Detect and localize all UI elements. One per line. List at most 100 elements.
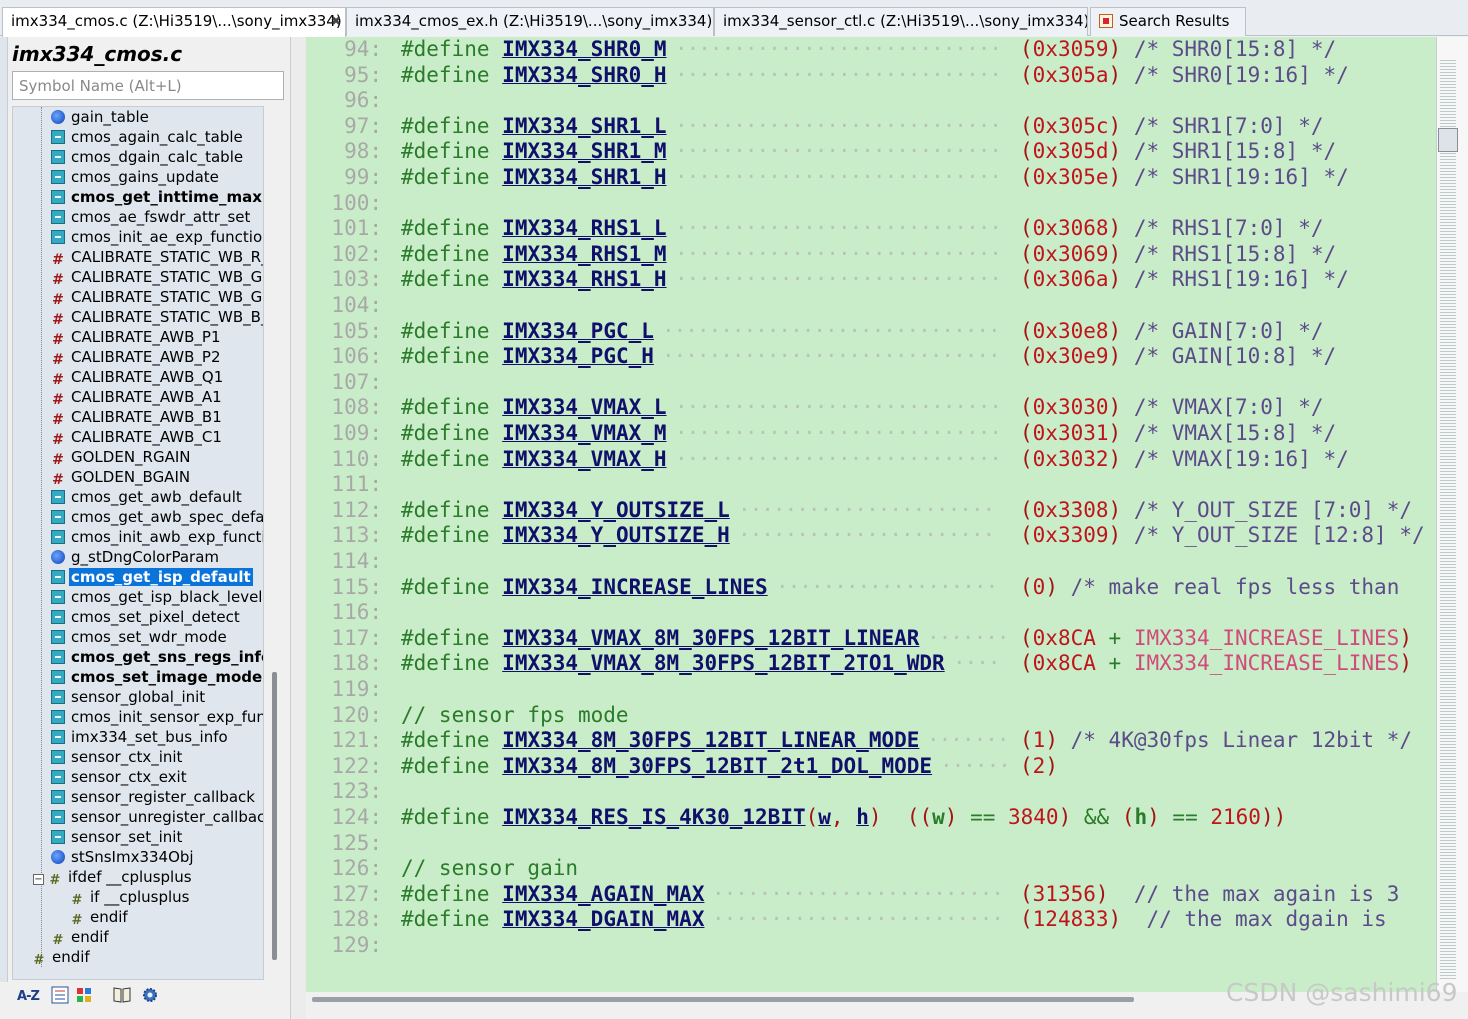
code-line[interactable]: 119: bbox=[306, 677, 1436, 702]
symbol-tree-item[interactable]: cmos_set_pixel_detect bbox=[51, 607, 240, 627]
symbol-tree-item[interactable]: sensor_ctx_exit bbox=[51, 767, 187, 787]
symbol-tree-item[interactable]: # CALIBRATE_STATIC_WB_GR bbox=[51, 267, 263, 287]
code-line[interactable]: 99: #define IMX334_SHR1_H ················… bbox=[306, 165, 1436, 190]
symbol-tree-item[interactable]: # GOLDEN_RGAIN bbox=[51, 447, 190, 467]
code-line[interactable]: 122: #define IMX334_8M_30FPS_12BIT_2t1_DO… bbox=[306, 754, 1436, 779]
code-line[interactable]: 115: #define IMX334_INCREASE_LINES ·······… bbox=[306, 575, 1436, 600]
book-icon[interactable] bbox=[110, 986, 134, 1008]
tab-imx334-cmos-ex-h[interactable]: imx334_cmos_ex.h (Z:\Hi3519\...\sony_imx… bbox=[346, 7, 714, 36]
code-line[interactable]: 124: #define IMX334_RES_IS_4K30_12BIT(w, … bbox=[306, 805, 1436, 830]
code-line[interactable]: 129: bbox=[306, 933, 1436, 958]
symbol-tree-scroll-thumb[interactable] bbox=[272, 672, 277, 960]
symbol-tree-item[interactable]: sensor_register_callback bbox=[51, 787, 255, 807]
gear-icon[interactable] bbox=[138, 986, 162, 1008]
symbol-tree-item[interactable]: cmos_get_awb_spec_default bbox=[51, 507, 263, 527]
code-line[interactable]: 94: #define IMX334_SHR0_M ················… bbox=[306, 37, 1436, 62]
symbol-tree-item[interactable]: # CALIBRATE_AWB_C1 bbox=[51, 427, 222, 447]
code-line[interactable]: 102: #define IMX334_RHS1_M ···············… bbox=[306, 242, 1436, 267]
code-line[interactable]: 107: bbox=[306, 370, 1436, 395]
symbol-tree-item[interactable]: # CALIBRATE_AWB_Q1 bbox=[51, 367, 223, 387]
symbol-tree-item[interactable]: # CALIBRATE_STATIC_WB_B_ bbox=[51, 307, 263, 327]
symbol-tree-item[interactable]: # endif bbox=[70, 907, 128, 928]
collapse-toggle-icon[interactable]: − bbox=[33, 874, 44, 885]
code-line[interactable]: 103: #define IMX334_RHS1_H ···············… bbox=[306, 267, 1436, 292]
sort-az-button[interactable]: A-Z bbox=[16, 986, 40, 1008]
code-line[interactable]: 116: bbox=[306, 600, 1436, 625]
symbol-tree-item[interactable]: cmos_get_isp_black_level bbox=[51, 587, 262, 607]
code-overview-minimap[interactable] bbox=[1440, 60, 1456, 980]
code-line[interactable]: 128: #define IMX334_DGAIN_MAX ············… bbox=[306, 907, 1436, 932]
close-tab-icon[interactable]: ✖ bbox=[331, 8, 341, 35]
tab-imx334-cmos-c[interactable]: imx334_cmos.c (Z:\Hi3519\...\sony_imx334… bbox=[2, 7, 346, 37]
symbol-tree-item[interactable]: stSnsImx334Obj bbox=[51, 847, 194, 867]
symbol-tree-item[interactable]: cmos_ae_fswdr_attr_set bbox=[51, 207, 250, 227]
code-line[interactable]: 121: #define IMX334_8M_30FPS_12BIT_LINEAR… bbox=[306, 728, 1436, 753]
symbol-tree-item[interactable]: gain_table bbox=[51, 107, 149, 127]
code-line[interactable]: 98: #define IMX334_SHR1_M ················… bbox=[306, 139, 1436, 164]
symbol-tree-item[interactable]: # if __cplusplus bbox=[70, 887, 190, 908]
symbol-tree-item[interactable]: sensor_ctx_init bbox=[51, 747, 182, 767]
symbol-tree-item[interactable]: # endif bbox=[32, 947, 90, 968]
code-line[interactable]: 111: bbox=[306, 472, 1436, 497]
code-line[interactable]: 123: bbox=[306, 779, 1436, 804]
paren: ) bbox=[1045, 753, 1058, 778]
symbol-search-input[interactable] bbox=[12, 71, 284, 100]
symbol-tree-item[interactable]: cmos_get_inttime_max bbox=[51, 187, 262, 207]
code-line[interactable]: 127: #define IMX334_AGAIN_MAX ············… bbox=[306, 882, 1436, 907]
code-line[interactable]: 105: #define IMX334_PGC_L ················… bbox=[306, 319, 1436, 344]
code-line[interactable]: 100: bbox=[306, 191, 1436, 216]
code-line[interactable]: 104: bbox=[306, 293, 1436, 318]
symbol-tree-item[interactable]: − # ifdef __cplusplus bbox=[33, 867, 192, 888]
whitespace-leader: ····························· bbox=[662, 318, 1001, 343]
code-line[interactable]: 110: #define IMX334_VMAX_H ···············… bbox=[306, 447, 1436, 472]
code-line[interactable]: 117: #define IMX334_VMAX_8M_30FPS_12BIT_L… bbox=[306, 626, 1436, 651]
symbol-tree-item[interactable]: cmos_get_isp_default bbox=[51, 567, 253, 587]
code-line[interactable]: 97: #define IMX334_SHR1_L ················… bbox=[306, 114, 1436, 139]
tab-search-results[interactable]: Search Results bbox=[1090, 7, 1246, 36]
symbol-tree-item[interactable]: # CALIBRATE_STATIC_WB_GB bbox=[51, 287, 263, 307]
symbol-tree-item[interactable]: cmos_set_wdr_mode bbox=[51, 627, 227, 647]
symbol-tree-item[interactable]: cmos_init_awb_exp_function bbox=[51, 527, 263, 547]
symbol-tree-item[interactable]: # CALIBRATE_AWB_A1 bbox=[51, 387, 222, 407]
code-line[interactable]: 125: bbox=[306, 831, 1436, 856]
symbol-tree-item[interactable]: cmos_get_sns_regs_info bbox=[51, 647, 263, 667]
symbol-tree-item[interactable]: # GOLDEN_BGAIN bbox=[51, 467, 190, 487]
symbol-tree-item[interactable]: g_stDngColorParam bbox=[51, 547, 219, 567]
symbol-tree-item[interactable]: cmos_set_image_mode bbox=[51, 667, 262, 687]
symbol-tree-item[interactable]: cmos_gains_update bbox=[51, 167, 219, 187]
code-editor[interactable]: 94: #define IMX334_SHR0_M ················… bbox=[306, 37, 1436, 992]
code-line[interactable]: 120: // sensor fps mode bbox=[306, 703, 1436, 728]
symbol-tree-item[interactable]: sensor_unregister_callback bbox=[51, 807, 263, 827]
code-line[interactable]: 108: #define IMX334_VMAX_L ···············… bbox=[306, 395, 1436, 420]
overview-scroll-thumb[interactable] bbox=[1438, 128, 1458, 152]
list-view-icon[interactable] bbox=[48, 986, 72, 1008]
symbol-tree-item[interactable]: cmos_get_awb_default bbox=[51, 487, 242, 507]
code-line[interactable]: 126: // sensor gain bbox=[306, 856, 1436, 881]
code-line[interactable]: 109: #define IMX334_VMAX_M ···············… bbox=[306, 421, 1436, 446]
code-line[interactable]: 95: #define IMX334_SHR0_H ················… bbox=[306, 63, 1436, 88]
code-line[interactable]: 112: #define IMX334_Y_OUTSIZE_L ··········… bbox=[306, 498, 1436, 523]
code-line[interactable]: 101: #define IMX334_RHS1_L ···············… bbox=[306, 216, 1436, 241]
tab-imx334-sensor-ctl-c[interactable]: imx334_sensor_ctl.c (Z:\Hi3519\...\sony_… bbox=[714, 7, 1088, 36]
symbol-tree-item[interactable]: # CALIBRATE_AWB_B1 bbox=[51, 407, 222, 427]
code-line[interactable]: 106: #define IMX334_PGC_H ················… bbox=[306, 344, 1436, 369]
code-line[interactable]: 114: bbox=[306, 549, 1436, 574]
macro-value: (0x3032) /* VMAX[19:16] */ bbox=[1020, 447, 1349, 472]
symbol-tree-item[interactable]: # CALIBRATE_AWB_P1 bbox=[51, 327, 220, 347]
symbol-tree-item[interactable]: imx334_set_bus_info bbox=[51, 727, 228, 747]
symbol-tree-item[interactable]: # CALIBRATE_STATIC_WB_R_ bbox=[51, 247, 263, 267]
symbol-tree-item[interactable]: cmos_init_sensor_exp_function bbox=[51, 707, 263, 727]
symbol-tree-item[interactable]: sensor_global_init bbox=[51, 687, 205, 707]
symbol-tree-item[interactable]: cmos_init_ae_exp_function bbox=[51, 227, 263, 247]
code-line[interactable]: 96: bbox=[306, 88, 1436, 113]
symbol-tree-item[interactable]: cmos_dgain_calc_table bbox=[51, 147, 243, 167]
panel-splitter[interactable] bbox=[0, 37, 8, 982]
code-line[interactable]: 118: #define IMX334_VMAX_8M_30FPS_12BIT_2… bbox=[306, 651, 1436, 676]
code-line[interactable]: 113: #define IMX334_Y_OUTSIZE_H ··········… bbox=[306, 523, 1436, 548]
symbol-tree-item[interactable]: sensor_set_init bbox=[51, 827, 182, 847]
editor-horizontal-scroll-thumb[interactable] bbox=[312, 997, 1134, 1002]
symbol-tree-item[interactable]: cmos_again_calc_table bbox=[51, 127, 243, 147]
symbol-tree-item[interactable]: # endif bbox=[51, 927, 109, 948]
category-view-icon[interactable] bbox=[74, 986, 98, 1008]
symbol-tree-item[interactable]: # CALIBRATE_AWB_P2 bbox=[51, 347, 220, 367]
